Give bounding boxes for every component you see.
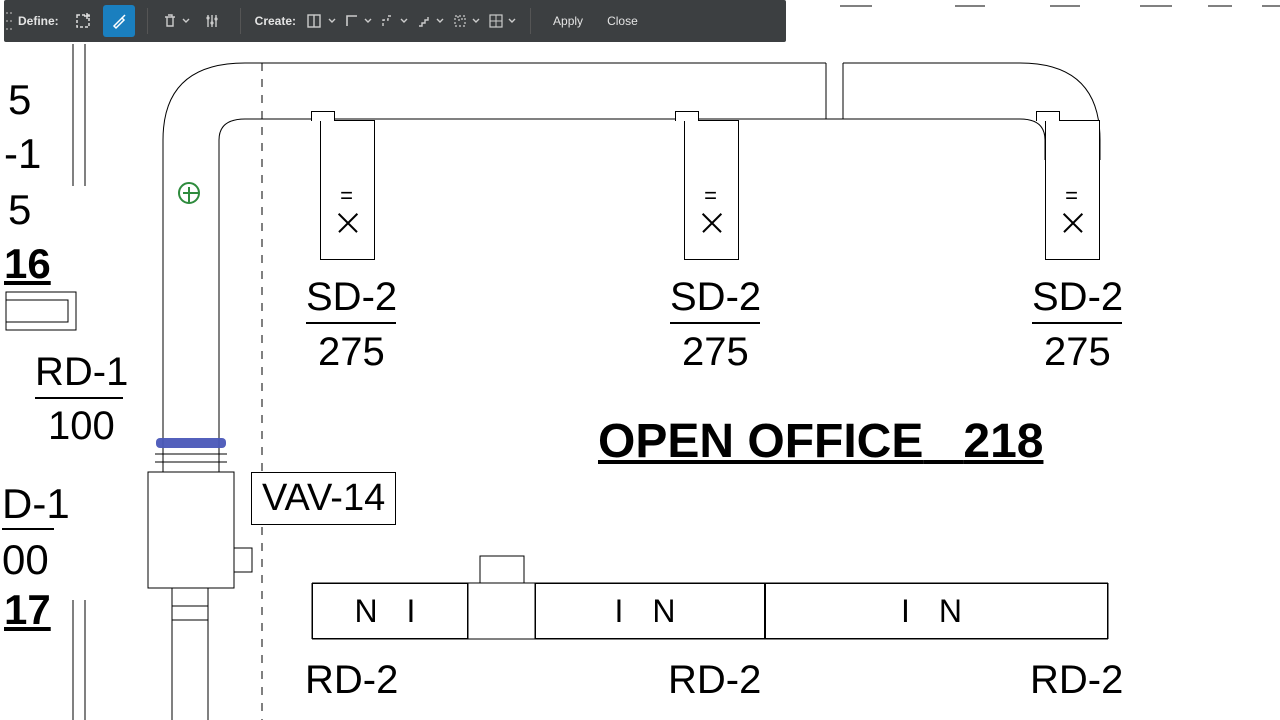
sd1-underline <box>306 322 396 324</box>
edge-d1-underline <box>2 528 54 530</box>
edge-17: 17 <box>4 586 51 634</box>
delete-dropdown[interactable] <box>160 5 192 37</box>
create-notch-dropdown[interactable] <box>378 5 410 37</box>
sd2-tag: SD-2 <box>670 275 761 320</box>
diffuser-sd-3 <box>1045 120 1100 260</box>
settings-icon[interactable] <box>196 5 228 37</box>
edge-5a: 5 <box>8 76 31 124</box>
create-stairs-dropdown[interactable] <box>414 5 446 37</box>
create-label: Create: <box>251 14 302 28</box>
edge-d1: D-1 <box>2 480 70 528</box>
sd3-tag: SD-2 <box>1032 275 1123 320</box>
grip-icon[interactable] <box>4 0 14 42</box>
sd2-cfm: 275 <box>682 330 749 375</box>
drawing-canvas[interactable]: SD-2 275 SD-2 275 SD-2 275 OPEN OFFICE 2… <box>0 0 1280 720</box>
selection-highlight <box>156 438 226 448</box>
rd-box-1: N I <box>312 583 468 639</box>
create-corner-dropdown[interactable] <box>342 5 374 37</box>
rd2-tag-2: RD-2 <box>668 658 761 703</box>
diffuser-sd-2 <box>684 120 739 260</box>
rd1-underline <box>35 397 123 399</box>
rd1-cfm: 100 <box>48 404 115 449</box>
edge-neg1: -1 <box>4 130 41 178</box>
apply-button[interactable]: Apply <box>541 5 595 37</box>
sd1-tag: SD-2 <box>306 275 397 320</box>
separator-2 <box>240 8 241 34</box>
define-label: Define: <box>14 14 65 28</box>
rd-box-3: I N <box>765 583 1108 639</box>
rd-box-2: I N <box>535 583 765 639</box>
edge-d1-cfm: 00 <box>2 536 49 584</box>
rd1-tag: RD-1 <box>35 350 128 395</box>
define-pick-icon[interactable] <box>103 5 135 37</box>
separator-1 <box>147 8 148 34</box>
separator-3 <box>530 8 531 34</box>
sd3-underline <box>1032 322 1122 324</box>
sd3-cfm: 275 <box>1044 330 1111 375</box>
sketch-toolbar: Define: Create: Apply Close <box>4 0 786 42</box>
edge-16: 16 <box>4 240 51 288</box>
create-door-dropdown[interactable] <box>304 5 338 37</box>
vav-label: VAV-14 <box>251 472 396 525</box>
room-name-label: OPEN OFFICE 218 <box>598 414 1043 469</box>
crosshair-cursor <box>178 182 200 204</box>
close-button[interactable]: Close <box>595 5 650 37</box>
rd2-tag-3: RD-2 <box>1030 658 1123 703</box>
sd2-underline <box>670 322 760 324</box>
define-new-icon[interactable] <box>67 5 99 37</box>
edge-5b: 5 <box>8 186 31 234</box>
create-grid-dropdown[interactable] <box>486 5 518 37</box>
create-recess-dropdown[interactable] <box>450 5 482 37</box>
sd1-cfm: 275 <box>318 330 385 375</box>
diffuser-sd-1 <box>320 120 375 260</box>
rd2-tag-1: RD-2 <box>305 658 398 703</box>
